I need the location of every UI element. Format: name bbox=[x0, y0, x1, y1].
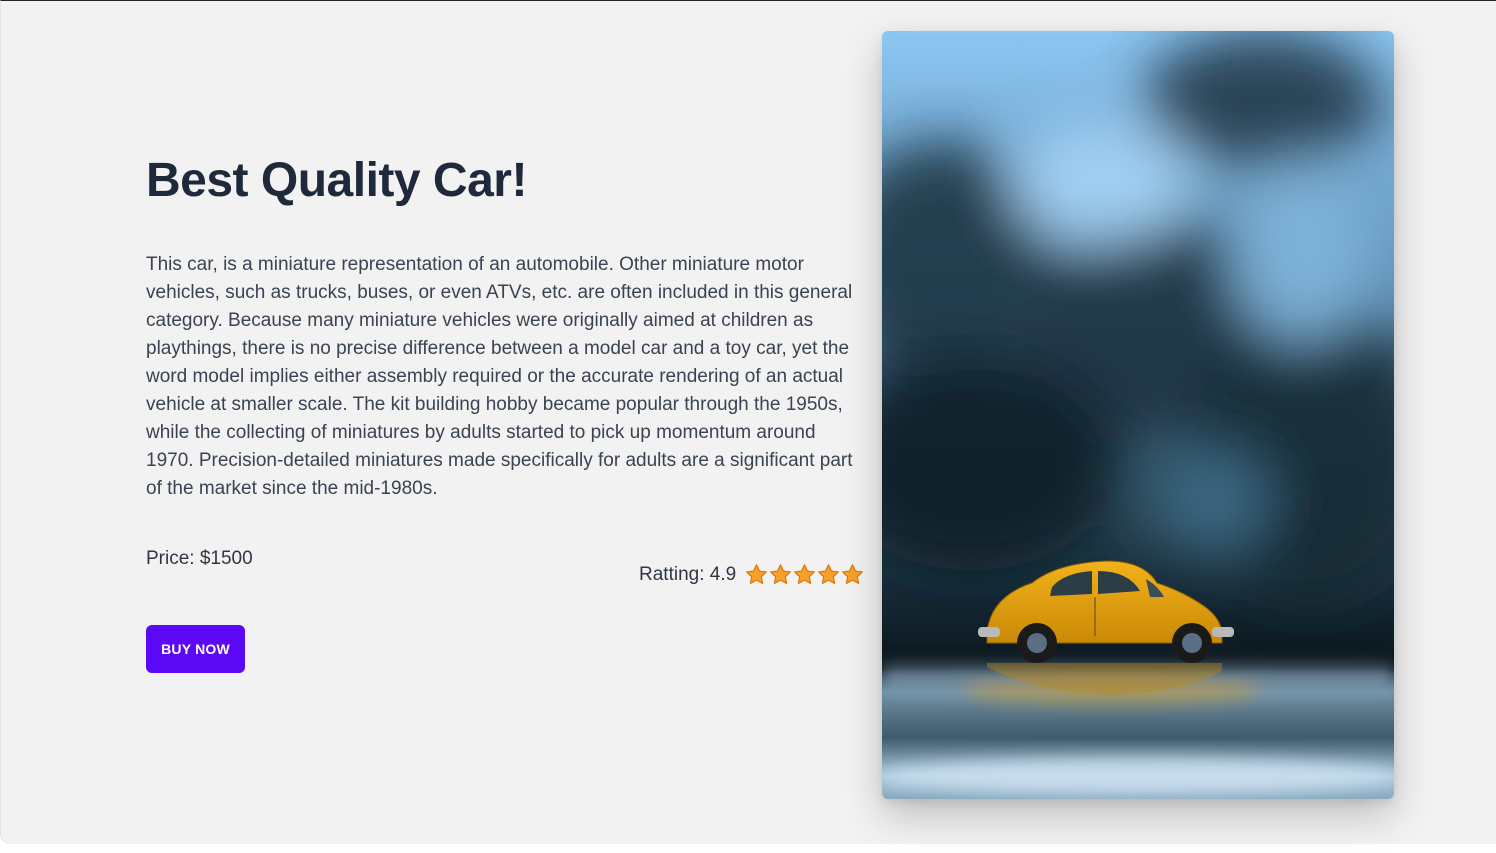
rating: Ratting: 4.9 bbox=[639, 563, 865, 586]
price-label: Price: $1500 bbox=[146, 548, 253, 569]
product-description: This car, is a miniature representation … bbox=[146, 254, 853, 499]
star-icon bbox=[746, 564, 768, 585]
star-icon bbox=[794, 564, 816, 585]
page-title: Best Quality Car! bbox=[146, 154, 527, 207]
buy-now-button[interactable]: BUY NOW bbox=[146, 625, 245, 673]
product-card: Best Quality Car! This car, is a miniatu… bbox=[0, 0, 1496, 844]
star-icon bbox=[770, 564, 792, 585]
star-icon bbox=[842, 564, 864, 585]
yellow-toy-car-photo-icon bbox=[882, 31, 1394, 799]
rating-label: Ratting: 4.9 bbox=[639, 563, 737, 585]
star-icon bbox=[818, 564, 840, 585]
rating-stars bbox=[745, 563, 865, 586]
product-image bbox=[882, 31, 1394, 799]
